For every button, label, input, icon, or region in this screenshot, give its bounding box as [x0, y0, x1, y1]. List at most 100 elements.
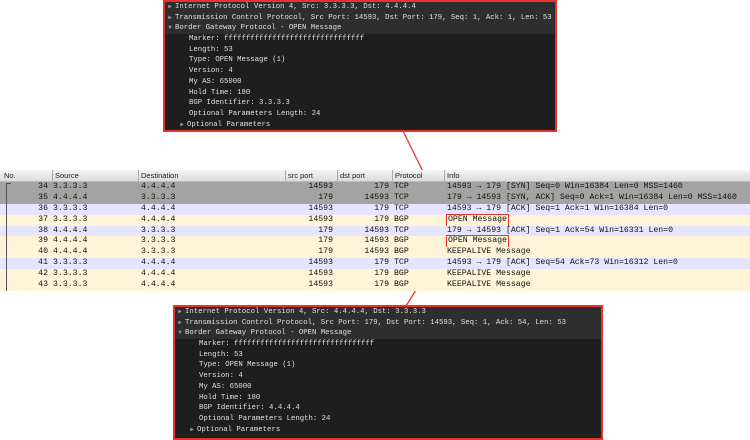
tree-field[interactable]: Length: 53 — [165, 45, 555, 56]
field-text: Marker: ffffffffffffffffffffffffffffffff — [189, 35, 365, 44]
field-text: Optional Parameters Length: 24 — [189, 109, 321, 118]
table-row[interactable]: 43 3.3.3.3 4.4.4.4 14593 179 BGP KEEPALIVE Mes… — [0, 280, 750, 291]
cell-dp: 179 — [374, 203, 389, 213]
collapsed-arrow-icon[interactable]: ▶ — [177, 120, 187, 131]
table-row[interactable]: 35 4.4.4.4 3.3.3.3 179 14593 TCP 179 → 14593 [… — [0, 192, 750, 204]
field-text: BGP Identifier: 4.4.4.4 — [199, 404, 300, 413]
tree-item[interactable]: ▶ Transmission Control Protocol, Src Port… — [165, 12, 555, 24]
collapsed-arrow-icon[interactable]: ▶ — [175, 307, 185, 318]
tree-item-label: Border Gateway Protocol - OPEN Message — [185, 329, 352, 338]
tree-item-label: Border Gateway Protocol - OPEN Message — [175, 24, 342, 33]
cell-info: OPEN Message — [446, 213, 509, 227]
cell-src: 4.4.4.4 — [53, 236, 88, 246]
table-row[interactable]: 36 3.3.3.3 4.4.4.4 14593 179 TCP 14593 → 179 [… — [0, 203, 750, 215]
cell-src: 3.3.3.3 — [53, 280, 88, 290]
cell-dp: 179 — [374, 214, 389, 224]
cell-proto: TCP — [394, 258, 409, 268]
tree-field[interactable]: BGP Identifier: 4.4.4.4 — [175, 403, 601, 414]
tree-item-label: Transmission Control Protocol, Src Port:… — [185, 318, 566, 327]
cell-dst: 4.4.4.4 — [141, 269, 176, 279]
collapsed-arrow-icon[interactable]: ▶ — [175, 318, 185, 329]
table-row[interactable]: 41 3.3.3.3 4.4.4.4 14593 179 TCP 14593 → 179 [… — [0, 258, 750, 270]
cell-sp: 179 — [318, 247, 333, 257]
packet-list-header: No. Source Destination src port dst port… — [0, 170, 750, 182]
col-src-port[interactable]: src port — [285, 170, 313, 181]
tree-item[interactable]: ▼ Border Gateway Protocol - OPEN Message — [165, 23, 555, 35]
cell-sp: 14593 — [308, 280, 333, 290]
cell-info: 179 → 14593 [ACK] Seq=1 Ack=54 Win=16331… — [447, 225, 674, 235]
col-source[interactable]: Source — [52, 170, 79, 181]
cell-info: 179 → 14593 [SYN, ACK] Seq=0 Ack=1 Win=1… — [447, 192, 737, 202]
tree-field[interactable]: My AS: 65000 — [165, 77, 555, 88]
col-destination[interactable]: Destination — [138, 170, 179, 181]
table-row[interactable]: 39 4.4.4.4 3.3.3.3 179 14593 BGP OPEN Message — [0, 235, 750, 249]
field-text: Hold Time: 180 — [189, 88, 251, 97]
table-row[interactable]: 40 4.4.4.4 3.3.3.3 179 14593 BGP KEEPALIVE Mes… — [0, 247, 750, 259]
cell-sp: 14593 — [308, 182, 333, 191]
cell-dp: 179 — [374, 280, 389, 290]
table-row[interactable]: 34 3.3.3.3 4.4.4.4 14593 179 TCP 14593 → 179 [… — [0, 182, 750, 193]
collapsed-arrow-icon[interactable]: ▶ — [165, 13, 175, 24]
tree-field[interactable]: Optional Parameters Length: 24 — [175, 414, 601, 425]
field-text: Version: 4 — [199, 372, 243, 381]
tree-field[interactable]: Type: OPEN Message (1) — [175, 360, 601, 371]
tree-field[interactable]: My AS: 65000 — [175, 382, 601, 393]
table-row[interactable]: 42 3.3.3.3 4.4.4.4 14593 179 BGP KEEPALIVE Mes… — [0, 269, 750, 281]
cell-info: OPEN Message — [446, 235, 509, 249]
collapsed-arrow-icon[interactable]: ▶ — [165, 2, 175, 13]
field-text: BGP Identifier: 3.3.3.3 — [189, 99, 290, 108]
tree-field[interactable]: Optional Parameters Length: 24 — [165, 109, 555, 120]
tree-item-optional-parameters[interactable]: ▶ Optional Parameters — [175, 425, 601, 436]
tree-field[interactable]: Hold Time: 180 — [175, 393, 601, 404]
cell-info: KEEPALIVE Message — [447, 247, 531, 257]
tree-item[interactable]: ▶ Transmission Control Protocol, Src Port… — [175, 317, 601, 329]
cell-proto: BGP — [394, 214, 409, 224]
cell-dp: 14593 — [364, 247, 389, 257]
tree-field[interactable]: Type: OPEN Message (1) — [165, 55, 555, 66]
tree-field[interactable]: BGP Identifier: 3.3.3.3 — [165, 98, 555, 109]
cell-proto: TCP — [394, 225, 409, 235]
tree-item-optional-parameters[interactable]: ▶ Optional Parameters — [165, 120, 555, 131]
cell-proto: BGP — [394, 280, 409, 290]
field-text: Type: OPEN Message (1) — [199, 361, 296, 370]
tree-field[interactable]: Marker: ffffffffffffffffffffffffffffffff — [175, 339, 601, 350]
conversation-bracket — [6, 183, 11, 291]
col-info[interactable]: Info — [444, 170, 460, 181]
tree-item[interactable]: ▶ Internet Protocol Version 4, Src: 4.4.4… — [175, 307, 601, 318]
field-text: Optional Parameters Length: 24 — [199, 414, 331, 423]
cell-info: 14593 → 179 [SYN] Seq=0 Win=16384 Len=0 … — [447, 182, 683, 191]
cell-sp: 14593 — [308, 269, 333, 279]
packet-details-top: ▶ Internet Protocol Version 4, Src: 3.3.3… — [163, 0, 557, 132]
tree-field[interactable]: Marker: ffffffffffffffffffffffffffffffff — [165, 34, 555, 45]
collapsed-arrow-icon[interactable]: ▶ — [187, 425, 197, 436]
table-row[interactable]: 38 4.4.4.4 3.3.3.3 179 14593 TCP 179 → 14593 [… — [0, 225, 750, 237]
cell-src: 4.4.4.4 — [53, 225, 88, 235]
cell-sp: 179 — [318, 236, 333, 246]
cell-dst: 4.4.4.4 — [141, 280, 176, 290]
cell-sp: 14593 — [308, 214, 333, 224]
tree-field[interactable]: Version: 4 — [165, 66, 555, 77]
tree-field[interactable]: Version: 4 — [175, 371, 601, 382]
cell-sp: 14593 — [308, 258, 333, 268]
cell-dp: 14593 — [364, 225, 389, 235]
col-dst-port[interactable]: dst port — [337, 170, 365, 181]
expanded-arrow-icon[interactable]: ▼ — [175, 328, 185, 339]
cell-sp: 179 — [318, 192, 333, 202]
col-no[interactable]: No. — [2, 170, 16, 181]
field-text: Version: 4 — [189, 67, 233, 76]
cell-dp: 14593 — [364, 192, 389, 202]
cell-dp: 179 — [374, 182, 389, 191]
cell-src: 3.3.3.3 — [53, 214, 88, 224]
cell-proto: BGP — [394, 269, 409, 279]
cell-proto: TCP — [394, 182, 409, 191]
tree-item-label: Optional Parameters — [197, 425, 281, 434]
tree-field[interactable]: Length: 53 — [175, 350, 601, 361]
col-protocol[interactable]: Protocol — [392, 170, 423, 181]
table-row[interactable]: 37 3.3.3.3 4.4.4.4 14593 179 BGP OPEN Message — [0, 213, 750, 227]
cell-info: KEEPALIVE Message — [447, 280, 531, 290]
tree-field[interactable]: Hold Time: 180 — [165, 88, 555, 99]
tree-item[interactable]: ▶ Internet Protocol Version 4, Src: 3.3.3… — [165, 2, 555, 13]
tree-item[interactable]: ▼ Border Gateway Protocol - OPEN Message — [175, 328, 601, 340]
expanded-arrow-icon[interactable]: ▼ — [165, 23, 175, 34]
cell-dp: 179 — [374, 269, 389, 279]
